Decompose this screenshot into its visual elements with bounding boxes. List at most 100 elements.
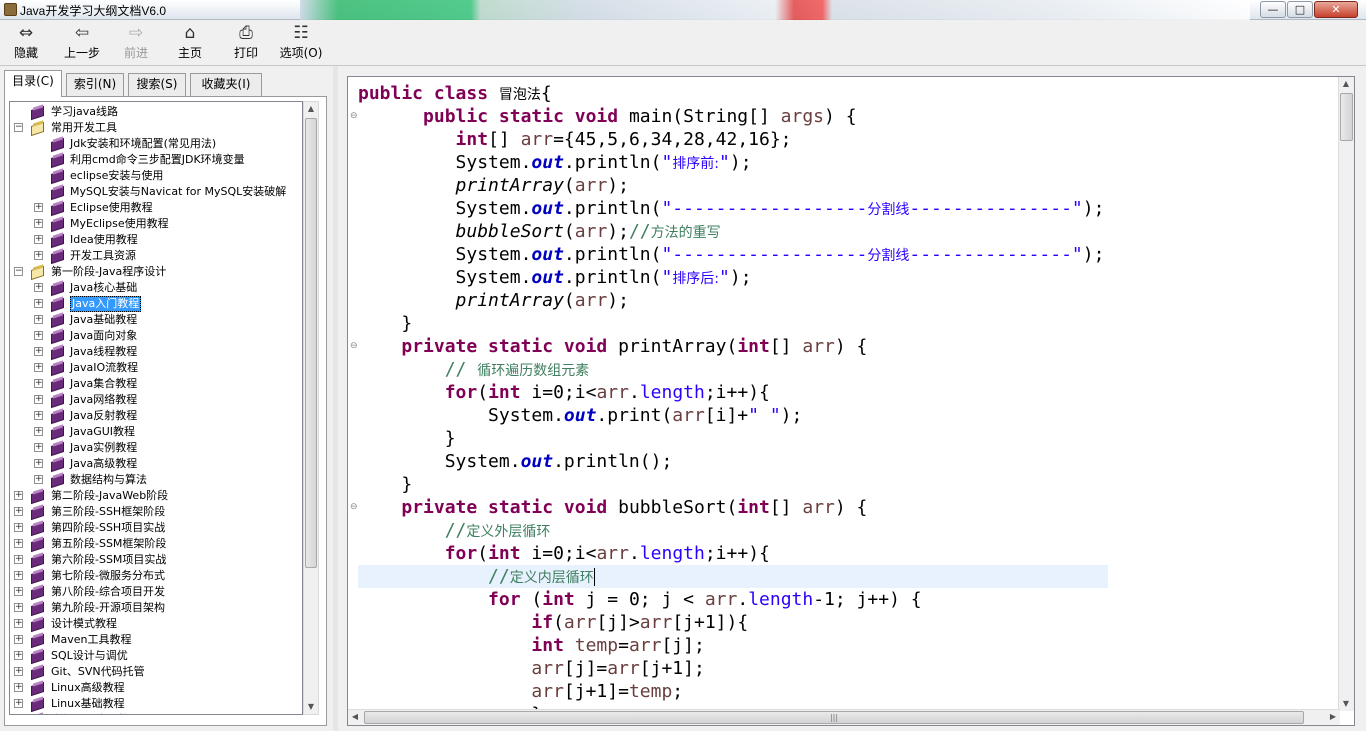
tree-node-label[interactable]: Jdk安装和环境配置(常见用法)	[70, 136, 216, 152]
tree-vertical-scrollbar[interactable]: ▲ ▼	[303, 101, 319, 715]
collapse-icon[interactable]: −	[14, 123, 23, 132]
scroll-up-icon[interactable]: ▲	[304, 102, 318, 116]
doc-scroll-up-icon[interactable]: ▲	[1339, 77, 1353, 91]
tree-node-label[interactable]: MySQL安装与Navicat for MySQL安装破解	[70, 184, 286, 200]
tree-node-label[interactable]: 开发工具资源	[70, 248, 136, 264]
tree-node-label[interactable]: Java面向对象	[70, 328, 137, 344]
expand-icon[interactable]: +	[14, 699, 23, 708]
expand-icon[interactable]: +	[14, 507, 23, 516]
maximize-button[interactable]: □	[1287, 1, 1313, 18]
doc-scroll-right-icon[interactable]: ▶	[1326, 710, 1340, 724]
document-horizontal-scrollbar[interactable]: ◀ ||| ▶	[348, 709, 1340, 725]
expand-icon[interactable]: +	[14, 619, 23, 628]
expand-icon[interactable]: +	[34, 347, 43, 356]
tree-node-label[interactable]: 第八阶段-综合项目开发	[51, 584, 165, 600]
fold-marker-icon[interactable]: ⊖	[350, 341, 358, 351]
tree-node-label[interactable]: 第七阶段-微服务分布式	[51, 568, 165, 584]
expand-icon[interactable]: +	[14, 587, 23, 596]
tree-node-label-selected[interactable]: Java入门教程	[70, 296, 142, 312]
expand-icon[interactable]: +	[34, 379, 43, 388]
expand-icon[interactable]: +	[34, 331, 43, 340]
expand-icon[interactable]: +	[14, 635, 23, 644]
tree-node-label[interactable]: JavaIO流教程	[70, 360, 138, 376]
expand-icon[interactable]: +	[34, 203, 43, 212]
expand-icon[interactable]: +	[34, 299, 43, 308]
tree-node-label[interactable]: Java线程教程	[70, 344, 137, 360]
tree-node-label[interactable]: JavaGUI教程	[70, 424, 135, 440]
hide-button[interactable]: ⇔ 隐藏	[6, 22, 46, 64]
tree-node-label[interactable]: Java高级教程	[70, 456, 137, 472]
expand-icon[interactable]: +	[14, 491, 23, 500]
minimize-button[interactable]: —	[1260, 1, 1286, 18]
expand-icon[interactable]: +	[34, 427, 43, 436]
tree-node-label[interactable]: Java核心基础	[70, 280, 137, 296]
tree-node-label[interactable]: Eclipse使用教程	[70, 200, 153, 216]
tree-node-label[interactable]: Maven工具教程	[51, 632, 131, 648]
fold-marker-icon[interactable]: ⊖	[350, 502, 358, 512]
tree-node-label[interactable]: SQL设计与调优	[51, 648, 128, 664]
tree-node-label[interactable]: 第九阶段-开源项目架构	[51, 600, 165, 616]
collapse-icon[interactable]: −	[14, 267, 23, 276]
tree-node-label[interactable]: 常用开发工具	[51, 120, 117, 136]
expand-icon[interactable]: +	[34, 475, 43, 484]
title-bar[interactable]: Java开发学习大纲文档V6.0 — □ ✕	[0, 0, 1366, 20]
tree-node-label[interactable]: 第二阶段-JavaWeb阶段	[51, 488, 168, 504]
tree-node-label[interactable]: 第一阶段-Java程序设计	[51, 264, 166, 280]
tab-search[interactable]: 搜索(S)	[128, 73, 186, 96]
options-button[interactable]: ☷ 选项(O)	[276, 22, 326, 64]
home-button[interactable]: ⌂ 主页	[172, 22, 208, 64]
expand-icon[interactable]: +	[34, 443, 43, 452]
scroll-down-icon[interactable]: ▼	[304, 700, 318, 714]
document-hscroll-thumb[interactable]: |||	[364, 711, 1304, 724]
tree-node-label[interactable]: Idea使用教程	[70, 232, 138, 248]
tree-node-label[interactable]: 第六阶段-SSM项目实战	[51, 552, 166, 568]
tree-node-label[interactable]: 第四阶段-SSH项目实战	[51, 520, 165, 536]
tree-node-label[interactable]: eclipse安装与使用	[70, 168, 163, 184]
expand-icon[interactable]: +	[34, 395, 43, 404]
tree-node-label[interactable]: 数据结构与算法	[70, 472, 147, 488]
tree-node-label[interactable]: Java反射教程	[70, 408, 137, 424]
tree-node-label[interactable]: Linux高级教程	[51, 680, 125, 696]
expand-icon[interactable]: +	[14, 667, 23, 676]
expand-icon[interactable]: +	[14, 683, 23, 692]
tab-favorites[interactable]: 收藏夹(I)	[190, 73, 262, 96]
expand-icon[interactable]: +	[34, 283, 43, 292]
expand-icon[interactable]: +	[34, 363, 43, 372]
expand-icon[interactable]: +	[34, 251, 43, 260]
tree-node-label[interactable]: Java实例教程	[70, 440, 137, 456]
tree-node-label[interactable]: 第五阶段-SSM框架阶段	[51, 536, 166, 552]
tab-index[interactable]: 索引(N)	[66, 73, 124, 96]
fold-marker-icon[interactable]: ⊖	[350, 111, 358, 121]
expand-icon[interactable]: +	[34, 235, 43, 244]
tab-contents[interactable]: 目录(C)	[4, 70, 62, 97]
print-button[interactable]: ⎙ 打印	[228, 22, 264, 64]
doc-scroll-down-icon[interactable]: ▼	[1339, 697, 1353, 711]
tree-node-label[interactable]: 第三阶段-SSH框架阶段	[51, 504, 165, 520]
tree-node-label[interactable]: Linux基础教程	[51, 696, 125, 712]
tree-node-label[interactable]: Java集合教程	[70, 376, 137, 392]
document-vertical-scrollbar[interactable]: ▲ ▼	[1338, 77, 1354, 711]
expand-icon[interactable]: +	[14, 555, 23, 564]
tree-node-label[interactable]: 利用cmd命令三步配置JDK环境变量	[70, 152, 245, 168]
forward-button[interactable]: ⇨ 前进	[118, 22, 154, 64]
expand-icon[interactable]: +	[14, 651, 23, 660]
close-button[interactable]: ✕	[1314, 1, 1358, 18]
expand-icon[interactable]: +	[34, 459, 43, 468]
tree-node-label[interactable]: 学习java线路	[51, 104, 118, 120]
tree-node-label[interactable]: Java网络教程	[70, 392, 137, 408]
document-scroll-thumb[interactable]	[1340, 93, 1353, 141]
tree-node-label[interactable]: Java基础教程	[70, 312, 137, 328]
doc-scroll-left-icon[interactable]: ◀	[348, 710, 362, 724]
tree-node-label[interactable]: 高级Java学习教程	[51, 712, 140, 714]
tree-node-label[interactable]: Git、SVN代码托管	[51, 664, 145, 680]
expand-icon[interactable]: +	[34, 411, 43, 420]
expand-icon[interactable]: +	[14, 523, 23, 532]
topic-document[interactable]: public class 冒泡法{ public static void mai…	[347, 76, 1355, 726]
expand-icon[interactable]: +	[14, 571, 23, 580]
tree-scroll-thumb[interactable]	[305, 118, 317, 568]
back-button[interactable]: ⇦ 上一步	[60, 22, 104, 64]
tree-node-label[interactable]: 设计模式教程	[51, 616, 117, 632]
expand-icon[interactable]: +	[34, 219, 43, 228]
expand-icon[interactable]: +	[14, 603, 23, 612]
tree-node-label[interactable]: MyEclipse使用教程	[70, 216, 169, 232]
